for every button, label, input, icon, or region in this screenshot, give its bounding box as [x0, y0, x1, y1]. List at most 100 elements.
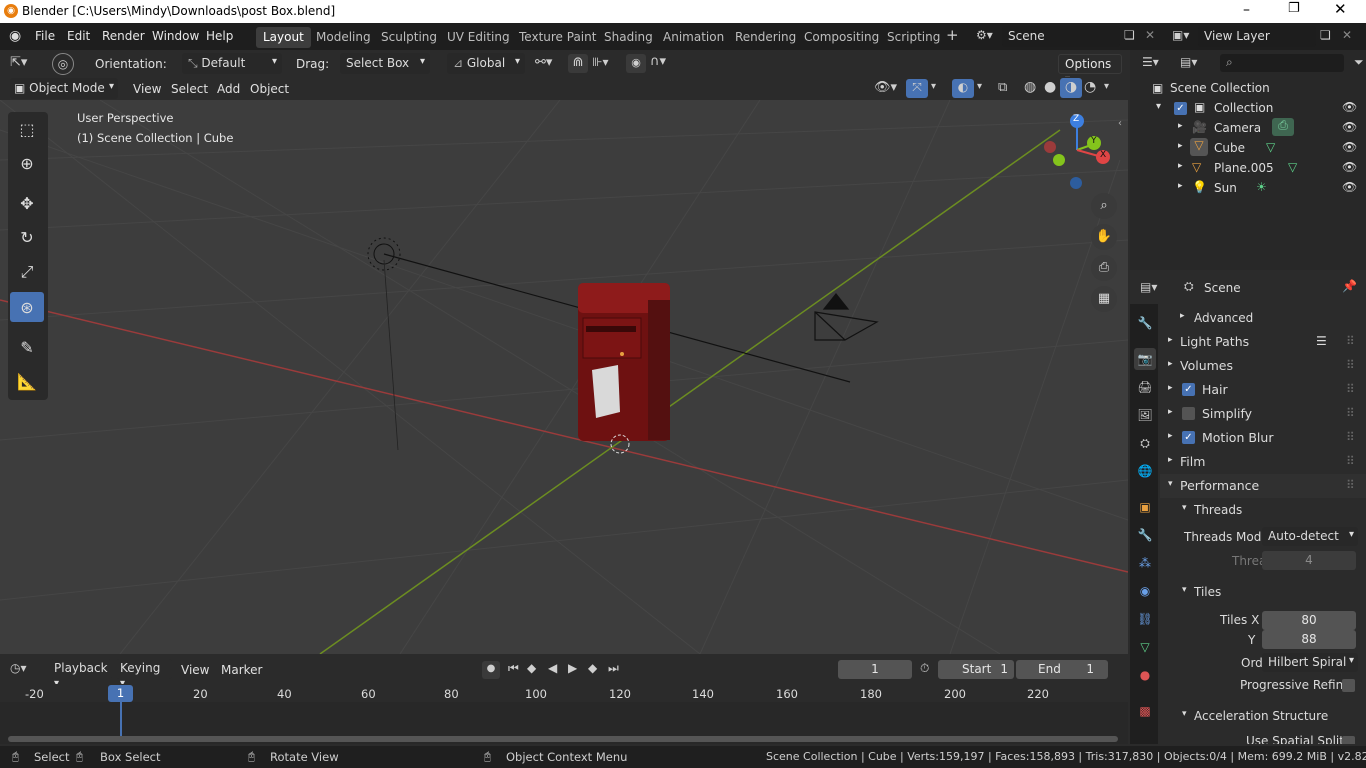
proportional-edit-icon[interactable]: ◉ [626, 54, 646, 73]
shading-dropdown-icon[interactable]: ▾ [1104, 82, 1109, 92]
menu-edit[interactable]: Edit [67, 29, 90, 43]
rendered-shading-icon[interactable]: ◔ [1084, 80, 1096, 94]
end-frame-field[interactable]: End 1 [1016, 660, 1108, 679]
panel-advanced[interactable]: ▸ Advanced [1170, 306, 1366, 330]
transform-orientation-dropdown[interactable]: ⊿ Global ▾ [447, 53, 525, 74]
drag-handle-icon[interactable]: ⠿ [1346, 406, 1355, 420]
navigation-gizmo[interactable]: Z Y X [1036, 110, 1116, 190]
gizmo-toggle-icon[interactable]: ⤧ [906, 79, 928, 98]
preview-range-icon[interactable]: ⏱ [920, 662, 929, 674]
output-tab-icon[interactable]: 🖨 [1134, 376, 1156, 398]
camera-data-icon[interactable]: ⎙ [1272, 118, 1294, 136]
next-keyframe-icon[interactable]: ◆ [588, 662, 597, 674]
annotate-tool-icon[interactable]: ✎ [10, 332, 44, 362]
tab-uv-editing[interactable]: UV Editing [440, 27, 517, 48]
keying-menu[interactable]: Keying ▾ [116, 659, 172, 689]
panel-motion-blur[interactable]: ▸ ✓ Motion Blur ⠿ [1160, 426, 1366, 450]
remove-scene-icon[interactable]: ✕ [1145, 29, 1155, 41]
panel-volumes[interactable]: ▸ Volumes ⠿ [1160, 354, 1366, 378]
overlay-dropdown-icon[interactable]: ▾ [977, 82, 982, 92]
minimize-icon[interactable]: – [1243, 2, 1257, 18]
active-tool-icon[interactable]: ◎ [52, 53, 74, 75]
prev-keyframe-icon[interactable]: ◆ [527, 662, 536, 674]
object-tab-icon[interactable]: ▣ [1134, 496, 1156, 518]
particles-tab-icon[interactable]: ⁂ [1134, 552, 1156, 574]
scene-name-field[interactable]: Scene [1002, 26, 1120, 47]
jump-end-icon[interactable]: ⏭ [608, 662, 619, 674]
simplify-checkbox[interactable] [1182, 407, 1195, 420]
tab-shading[interactable]: Shading [597, 27, 660, 48]
tiles-x-field[interactable]: 80 [1262, 611, 1356, 630]
current-frame-indicator[interactable]: 1 [108, 685, 133, 702]
eye-icon[interactable]: 👁 [1342, 160, 1357, 174]
sun-data-icon[interactable]: ☀ [1256, 180, 1267, 194]
3d-viewport[interactable]: User Perspective (1) Scene Collection | … [0, 100, 1128, 654]
cursor-tool-icon[interactable]: ⊕ [10, 148, 44, 178]
mesh-data-icon[interactable]: ▽ [1266, 140, 1275, 154]
view-layer-tab-icon[interactable]: 🖼 [1134, 404, 1156, 426]
menu-help[interactable]: Help [206, 29, 233, 43]
world-tab-icon[interactable]: 🌐 [1134, 460, 1156, 482]
material-tab-icon[interactable]: ● [1134, 664, 1156, 686]
scale-tool-icon[interactable]: ⤢ [10, 256, 44, 286]
physics-tab-icon[interactable]: ◉ [1134, 580, 1156, 602]
tab-scripting[interactable]: Scripting [880, 27, 947, 48]
select-box-tool-icon[interactable]: ⬚ [10, 114, 44, 144]
timeline-editor-type-icon[interactable]: ◷▾ [10, 662, 27, 674]
eye-icon[interactable]: 👁 [1342, 120, 1357, 134]
tab-texture-paint[interactable]: Texture Paint [512, 27, 603, 48]
mode-dropdown[interactable]: ▣ Object Mode ▾ [10, 78, 118, 99]
outliner-row-plane[interactable]: ▸ ▽ Plane.005 ▽ 👁 [1130, 158, 1366, 178]
tab-compositing[interactable]: Compositing [797, 27, 886, 48]
move-tool-icon[interactable]: ✥ [10, 188, 44, 218]
drag-handle-icon[interactable]: ⠿ [1346, 382, 1355, 396]
tool-settings-icon[interactable]: ⇱▾ [10, 56, 27, 69]
copy-scene-icon[interactable]: ❏ [1124, 29, 1135, 41]
expand-arrow-icon[interactable]: ▸ [1178, 161, 1183, 171]
outliner-search-input[interactable]: ⌕ [1220, 54, 1344, 72]
add-workspace-icon[interactable]: + [946, 28, 959, 43]
panel-performance[interactable]: ▾ Performance ⠿ [1160, 474, 1366, 498]
progressive-refine-checkbox[interactable] [1342, 679, 1355, 692]
drag-handle-icon[interactable]: ⠿ [1346, 358, 1355, 372]
scene-tab-icon[interactable]: ⛭ [1134, 432, 1156, 454]
tool-tab-icon[interactable]: 🔧 [1134, 312, 1156, 334]
subpanel-threads[interactable]: ▾ Threads [1160, 498, 1366, 522]
xray-icon[interactable]: ⧉ [998, 81, 1007, 94]
threads-count-field[interactable]: 4 [1262, 551, 1356, 570]
eye-icon[interactable]: 👁 [1342, 100, 1357, 114]
expand-arrow-icon[interactable]: ▸ [1178, 141, 1183, 151]
material-shading-icon[interactable]: ◑ [1060, 78, 1082, 98]
drag-handle-icon[interactable]: ⠿ [1346, 430, 1355, 444]
falloff-icon[interactable]: ∩▾ [650, 55, 666, 68]
copy-view-layer-icon[interactable]: ❏ [1320, 29, 1331, 41]
panel-film[interactable]: ▸ Film ⠿ [1160, 450, 1366, 474]
outliner-row-cube[interactable]: ▸ ▽ Cube ▽ 👁 [1130, 138, 1366, 158]
remove-view-layer-icon[interactable]: ✕ [1342, 29, 1352, 41]
constraints-tab-icon[interactable]: ⛓ [1134, 608, 1156, 630]
viewport-menu-view[interactable]: View [133, 82, 161, 96]
tab-animation[interactable]: Animation [656, 27, 731, 48]
pivot-point-icon[interactable]: ⚯▾ [535, 56, 552, 69]
texture-tab-icon[interactable]: ▩ [1134, 700, 1156, 722]
rotate-tool-icon[interactable]: ↻ [10, 222, 44, 252]
panel-simplify[interactable]: ▸ Simplify ⠿ [1160, 402, 1366, 426]
menu-file[interactable]: File [35, 29, 55, 43]
spatial-splits-checkbox[interactable] [1342, 736, 1355, 744]
gizmo-dropdown-icon[interactable]: ▾ [931, 82, 936, 92]
outliner-row-collection[interactable]: ▾ ✓ ▣ Collection 👁 [1130, 98, 1366, 118]
restore-icon[interactable]: ❐ [1288, 1, 1302, 16]
zoom-icon[interactable]: ⌕ [1091, 193, 1117, 219]
expand-arrow-icon[interactable]: ▸ [1178, 181, 1183, 191]
camera-view-icon[interactable]: ⎙ [1091, 255, 1117, 281]
timeline-menu-marker[interactable]: Marker [221, 663, 262, 677]
menu-window[interactable]: Window [152, 29, 199, 43]
tab-modeling[interactable]: Modeling [309, 27, 378, 48]
drag-dropdown[interactable]: Select Box ▾ [340, 53, 430, 74]
record-icon[interactable]: ● [482, 661, 500, 679]
pan-hand-icon[interactable]: ✋ [1091, 224, 1117, 250]
pin-icon[interactable]: 📌 [1342, 280, 1357, 292]
solid-shading-icon[interactable]: ● [1044, 80, 1056, 94]
render-tab-icon[interactable]: 📷 [1134, 348, 1156, 370]
orientation-dropdown[interactable]: ⤡ Default ▾ [182, 53, 282, 74]
